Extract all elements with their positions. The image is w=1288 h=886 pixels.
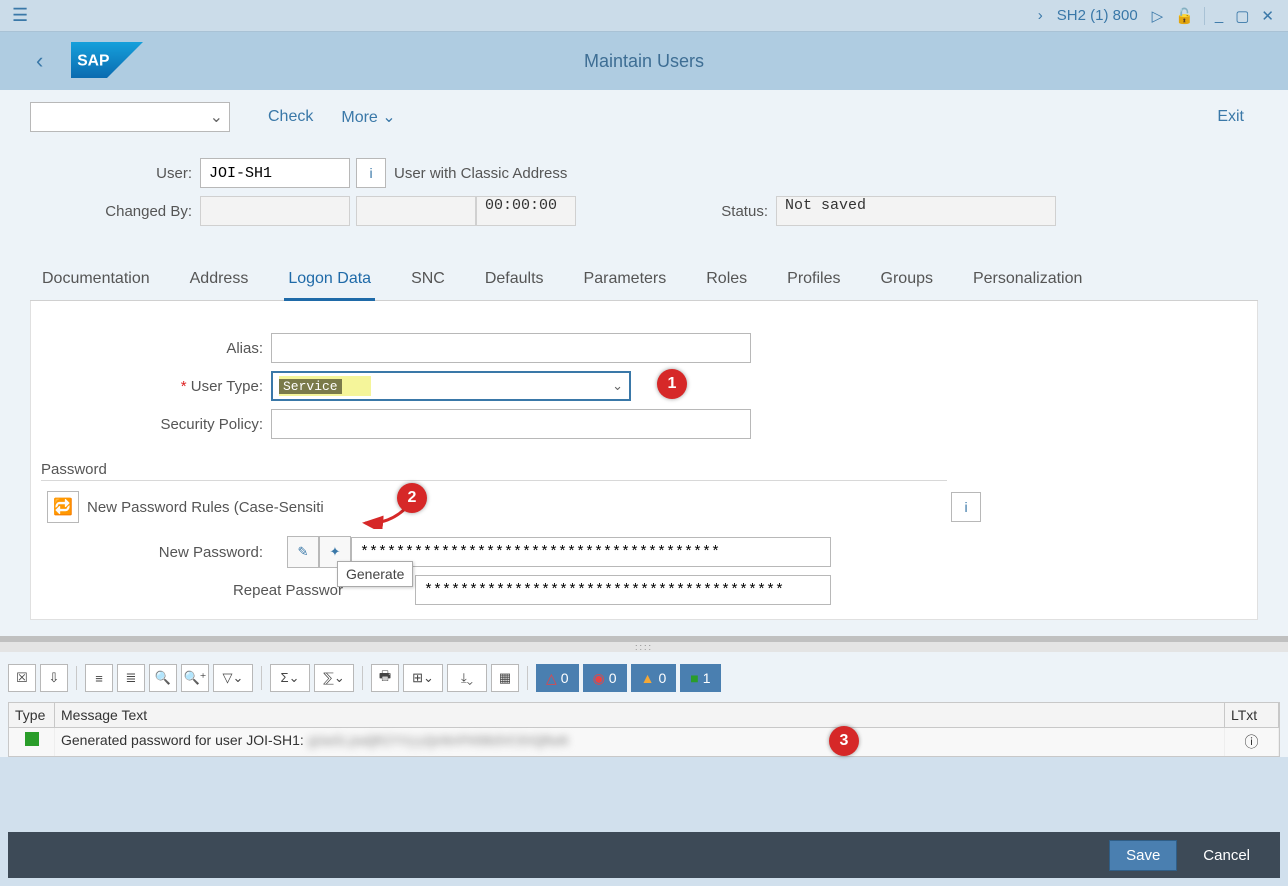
changed-by-label: Changed By: bbox=[30, 203, 200, 220]
changed-date-field bbox=[356, 196, 476, 226]
message-table-header: Type Message Text LTxt bbox=[9, 703, 1279, 728]
tab-parameters[interactable]: Parameters bbox=[580, 260, 671, 300]
session-label[interactable]: SH2 (1) 800 bbox=[1049, 7, 1146, 24]
tab-roles[interactable]: Roles bbox=[702, 260, 751, 300]
annotation-2: 2 bbox=[397, 483, 427, 513]
save-button[interactable]: Save bbox=[1109, 840, 1177, 871]
password-info-icon[interactable]: i bbox=[951, 492, 981, 522]
new-password-label: New Password: bbox=[41, 544, 271, 561]
tab-address[interactable]: Address bbox=[186, 260, 253, 300]
status-warning-count[interactable]: ▲0 bbox=[631, 664, 677, 692]
content-area: User: i User with Classic Address Change… bbox=[0, 144, 1288, 642]
tab-profiles[interactable]: Profiles bbox=[783, 260, 844, 300]
tab-strip: Documentation Address Logon Data SNC Default… bbox=[30, 260, 1258, 301]
page-title: Maintain Users bbox=[584, 51, 704, 72]
unlock-icon[interactable]: 🔓 bbox=[1169, 7, 1200, 25]
generated-password-blurred: gUwSLpwQR2YVyyQeNnPH8BdVC8XQRwN bbox=[308, 734, 568, 750]
tab-personalization[interactable]: Personalization bbox=[969, 260, 1086, 300]
alias-field[interactable] bbox=[271, 333, 751, 363]
user-info-icon[interactable]: i bbox=[356, 158, 386, 188]
msg-subtotal-icon[interactable]: ⅀⌄ bbox=[314, 664, 354, 692]
exit-button[interactable]: Exit bbox=[1203, 108, 1258, 126]
message-panel: ☒ ⇩ ≡ ≣ 🔍 🔍⁺ ▽⌄ Σ⌄ ⅀⌄ 🖶 ⊞⌄ ⤓⌄ ▦ △0 ◉0 ▲0… bbox=[0, 652, 1288, 757]
changed-by-field bbox=[200, 196, 350, 226]
svg-text:SAP: SAP bbox=[78, 52, 110, 69]
sap-logo: SAP bbox=[71, 42, 143, 81]
more-button[interactable]: More bbox=[327, 107, 409, 127]
success-icon bbox=[25, 732, 39, 746]
msg-print-icon[interactable]: 🖶 bbox=[371, 664, 399, 692]
password-rules-text: New Password Rules (Case-Sensiti bbox=[79, 499, 324, 516]
command-field[interactable] bbox=[30, 102, 230, 132]
user-caption: User with Classic Address bbox=[386, 165, 567, 182]
message-toolbar: ☒ ⇩ ≡ ≣ 🔍 🔍⁺ ▽⌄ Σ⌄ ⅀⌄ 🖶 ⊞⌄ ⤓⌄ ▦ △0 ◉0 ▲0… bbox=[8, 660, 1280, 696]
tab-logon-data[interactable]: Logon Data bbox=[284, 260, 375, 301]
user-type-label: User Type: bbox=[41, 378, 271, 395]
tab-documentation[interactable]: Documentation bbox=[38, 260, 154, 300]
msg-grid-icon[interactable]: ▦ bbox=[491, 664, 519, 692]
message-table: Type Message Text LTxt Generated passwor… bbox=[8, 702, 1280, 757]
user-type-dropdown[interactable]: Service ⌄ bbox=[271, 371, 631, 401]
chevron-right-icon[interactable]: › bbox=[1032, 7, 1049, 24]
minimize-icon[interactable]: _ bbox=[1209, 7, 1229, 24]
tab-defaults[interactable]: Defaults bbox=[481, 260, 548, 300]
msg-sort-desc-icon[interactable]: ≣ bbox=[117, 664, 145, 692]
system-bar: ☰ › SH2 (1) 800 ▷ 🔓 _ ▢ ✕ bbox=[0, 0, 1288, 32]
changed-time-field: 00:00:00 bbox=[476, 196, 576, 226]
msg-find-icon[interactable]: 🔍 bbox=[149, 664, 177, 692]
msg-export-icon[interactable]: ⇩ bbox=[40, 664, 68, 692]
annotation-3: 3 bbox=[829, 726, 859, 756]
user-field[interactable] bbox=[200, 158, 350, 188]
generate-tooltip: Generate bbox=[337, 561, 413, 587]
security-policy-label: Security Policy: bbox=[41, 416, 271, 433]
user-type-value: Service bbox=[279, 379, 342, 394]
msg-sum-icon[interactable]: Σ⌄ bbox=[270, 664, 310, 692]
maximize-icon[interactable]: ▢ bbox=[1229, 7, 1255, 25]
play-icon[interactable]: ▷ bbox=[1146, 7, 1170, 25]
footer-bar: Save Cancel bbox=[8, 832, 1280, 878]
header-bar: ‹ SAP Maintain Users bbox=[0, 32, 1288, 90]
check-button[interactable]: Check bbox=[254, 108, 327, 126]
message-row[interactable]: Generated password for user JOI-SH1: gUw… bbox=[9, 728, 1279, 756]
tab-groups[interactable]: Groups bbox=[877, 260, 937, 300]
cancel-button[interactable]: Cancel bbox=[1187, 841, 1266, 870]
edit-password-icon[interactable]: ✎ bbox=[287, 536, 319, 568]
new-password-field[interactable] bbox=[351, 537, 831, 567]
repeat-password-field[interactable] bbox=[415, 575, 831, 605]
col-ltxt[interactable]: LTxt bbox=[1225, 703, 1279, 727]
splitter-grip[interactable]: :::: bbox=[0, 642, 1288, 652]
message-text: Generated password for user JOI-SH1: bbox=[61, 732, 308, 748]
msg-close-icon[interactable]: ☒ bbox=[8, 664, 36, 692]
tab-logon-data-panel: Alias: User Type: Service ⌄ 1 Security P… bbox=[30, 301, 1258, 620]
repeat-password-label: Repeat Passwor bbox=[41, 582, 351, 599]
action-toolbar: Check More Exit bbox=[0, 90, 1288, 144]
col-type[interactable]: Type bbox=[9, 703, 55, 727]
status-abort-count[interactable]: ◉0 bbox=[583, 664, 627, 692]
msg-sort-asc-icon[interactable]: ≡ bbox=[85, 664, 113, 692]
msg-findnext-icon[interactable]: 🔍⁺ bbox=[181, 664, 209, 692]
status-error-count[interactable]: △0 bbox=[536, 664, 579, 692]
security-policy-field[interactable] bbox=[271, 409, 751, 439]
status-label: Status: bbox=[706, 203, 776, 220]
col-text[interactable]: Message Text bbox=[55, 703, 1225, 727]
tab-snc[interactable]: SNC bbox=[407, 260, 449, 300]
chevron-down-icon[interactable]: ⌄ bbox=[612, 378, 623, 394]
user-label: User: bbox=[30, 165, 200, 182]
close-icon[interactable]: ✕ bbox=[1255, 7, 1280, 25]
password-rules-icon[interactable]: 🔁 bbox=[47, 491, 79, 523]
msg-download-icon[interactable]: ⤓⌄ bbox=[447, 664, 487, 692]
annotation-1: 1 bbox=[657, 369, 687, 399]
menu-icon[interactable]: ☰ bbox=[8, 1, 32, 30]
msg-layout-icon[interactable]: ⊞⌄ bbox=[403, 664, 443, 692]
status-success-count[interactable]: ■1 bbox=[680, 664, 720, 692]
msg-filter-icon[interactable]: ▽⌄ bbox=[213, 664, 253, 692]
status-field: Not saved bbox=[776, 196, 1056, 226]
password-section-header: Password bbox=[41, 443, 947, 481]
long-text-icon[interactable]: ⓘ bbox=[1225, 728, 1279, 756]
back-icon[interactable]: ‹ bbox=[20, 40, 59, 82]
alias-label: Alias: bbox=[41, 340, 271, 357]
